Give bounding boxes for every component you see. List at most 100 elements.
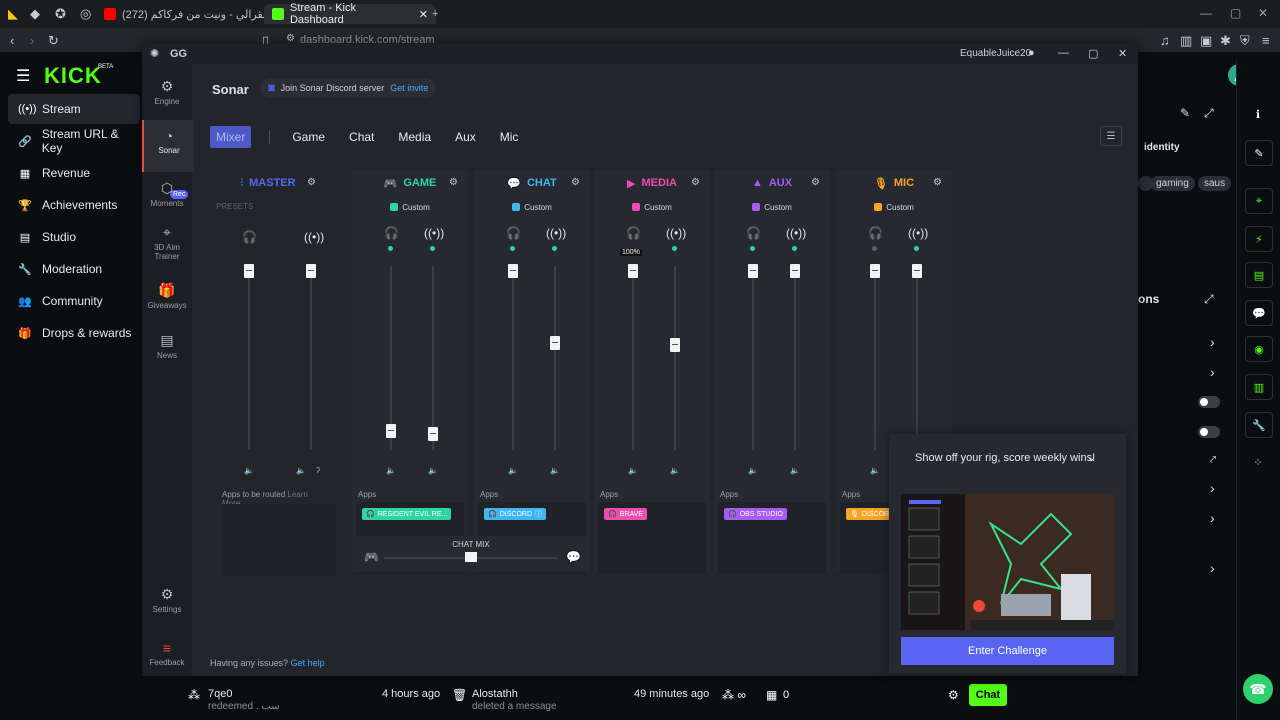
app-tag[interactable]: 🎧 DISCORD ⓘ [484,508,546,520]
music-icon[interactable]: ♫ [1160,33,1170,48]
chevron-right-icon[interactable]: › [1210,480,1215,496]
broadcast-icon[interactable]: ◉ [1245,336,1273,362]
back-icon[interactable]: ‹ [10,33,14,48]
gear-icon[interactable]: ⚙ [571,177,580,188]
tab-mixer[interactable]: Mixer [210,126,252,148]
volume-slider[interactable] [428,427,438,441]
chat-button[interactable]: Chat [969,684,1007,706]
tab-kick-dashboard[interactable]: Stream - Kick Dashboard ✕ [264,2,436,26]
speaker-icon[interactable]: 🔈 [244,466,254,475]
kick-logo[interactable]: KICK [44,63,102,89]
preset-select[interactable]: Custom [836,198,952,216]
speaker-icon[interactable]: 🔈 [550,466,560,475]
edit-icon[interactable]: ✎ [1180,106,1190,120]
nav-moments[interactable]: ⬡ Moments [142,180,192,208]
close-window-icon[interactable]: ✕ [1258,6,1268,20]
lightning-icon[interactable]: ⚡ [1245,226,1273,252]
nav-settings[interactable]: ⚙ Settings [142,586,192,614]
support-icon[interactable]: ☎ [1243,674,1273,704]
pencil-icon[interactable]: ✎ [1245,140,1273,166]
globe-icon[interactable]: ◎ [80,6,91,22]
speaker-icon[interactable]: 🔈 [508,466,518,475]
chevron-right-icon[interactable]: › [1210,364,1215,380]
speaker-icon[interactable]: 🔈 [670,466,680,475]
app-tag[interactable]: 🎧 BRAVE [604,508,647,520]
volume-slider[interactable] [870,264,880,278]
volume-slider[interactable] [550,336,560,350]
hamburger-icon[interactable]: ☰ [16,66,30,86]
gear-icon[interactable]: ⚙ [948,688,959,702]
volume-slider[interactable] [508,264,518,278]
nav-news[interactable]: ▤ News [142,332,192,360]
tab-mic[interactable]: Mic [500,130,519,144]
extensions-icon[interactable]: ✱ [1220,33,1231,49]
nav-item-revenue[interactable]: ▦ Revenue [8,158,140,188]
activity-user[interactable]: 7qe0 [208,688,232,700]
nav-item-studio[interactable]: ▤ Studio [8,222,140,252]
menu-icon[interactable]: ☰ [1100,126,1122,146]
nav-feedback[interactable]: ≡ Feedback [142,640,192,667]
get-invite-link[interactable]: Get invite [390,83,428,93]
preset-select[interactable]: Custom [474,198,590,216]
toggle-switch[interactable] [1198,426,1220,438]
volume-slider[interactable] [912,264,922,278]
preset-select[interactable]: Custom [594,198,710,216]
extension-icon[interactable]: ✪ [55,6,66,22]
nav-sonar[interactable]: ◔ Sonar [142,120,194,172]
enter-challenge-button[interactable]: Enter Challenge [901,637,1114,665]
speaker-icon[interactable]: 🔈 [386,466,396,475]
master-app-drop-area[interactable] [222,504,336,576]
speaker-icon[interactable]: 🔈 [428,466,438,475]
nav-giveaways[interactable]: 🎁 Giveaways [142,282,192,310]
preset-select[interactable]: Custom [714,198,830,216]
chevron-right-icon[interactable]: › [1210,510,1215,526]
layout-icon[interactable]: ▥ [1245,374,1273,400]
document-icon[interactable]: ▤ [1245,262,1273,288]
nav-item-community[interactable]: 👥 Community [8,286,140,316]
wallet-icon[interactable]: ▣ [1200,33,1212,49]
speaker-icon[interactable]: 🔈 [870,466,880,475]
gear-icon[interactable]: ⚙ [449,177,458,188]
wrench-icon[interactable]: 🔧 [1245,412,1273,438]
app-tag[interactable]: 🎧 RESIDENT EVIL RE... [362,508,452,520]
external-link-icon[interactable]: ⤤ [1210,454,1216,467]
nav-item-achievements[interactable]: 🏆 Achievements [8,190,140,220]
volume-slider[interactable] [790,264,800,278]
popout-icon[interactable]: ⤢ [1204,292,1214,307]
restore-icon[interactable]: ▢ [1230,6,1241,20]
tab-aux[interactable]: Aux [455,130,476,144]
app-tag[interactable]: 🎧 OBS STUDIO [724,508,787,520]
avatar[interactable]: ● [1028,47,1035,59]
minimize-icon[interactable]: — [1200,6,1212,20]
tab-game[interactable]: Game [292,130,325,144]
nav-item-stream-url-key[interactable]: 🔗 Stream URL & Key [8,126,140,156]
chat-bubble-icon[interactable]: 💬 [1245,300,1273,326]
volume-slider[interactable] [386,424,396,438]
chat-mix-slider[interactable] [465,552,477,562]
speaker-icon[interactable]: 🔈 [296,466,306,475]
extension-icon[interactable]: ◆ [30,6,40,22]
gear-icon[interactable]: ⚙ [307,177,316,188]
menu-icon[interactable]: ≡ [1262,33,1270,48]
tab-chat[interactable]: Chat [349,130,374,144]
reload-icon[interactable]: ↻ [48,33,59,49]
close-tab-icon[interactable]: ✕ [419,8,428,21]
nav-engine[interactable]: ⚙ Engine [142,78,192,106]
target-icon[interactable]: ⌖ [1245,188,1273,214]
preset-select[interactable]: Custom [352,198,468,216]
store-icon[interactable]: ▦ [766,688,777,702]
nav-item-stream[interactable]: ((•)) Stream [8,94,140,124]
shield-icon[interactable]: ⛨ [1240,33,1250,49]
volume-slider[interactable] [306,264,316,278]
username[interactable]: EquableJuice20 [960,48,1031,59]
volume-slider[interactable] [244,264,254,278]
speaker-icon[interactable]: 🔈 [748,466,758,475]
speaker-icon[interactable]: 🔈 [790,466,800,475]
close-icon[interactable]: ✕ [1118,47,1127,60]
volume-slider[interactable] [670,338,680,352]
gear-icon[interactable]: ⚙ [691,177,700,188]
sidebar-icon[interactable]: ▥ [1180,33,1192,49]
volume-slider[interactable] [628,264,638,278]
info-icon[interactable]: ℹ [1245,102,1271,126]
chevron-down-icon[interactable]: ⌄ [1087,451,1096,464]
